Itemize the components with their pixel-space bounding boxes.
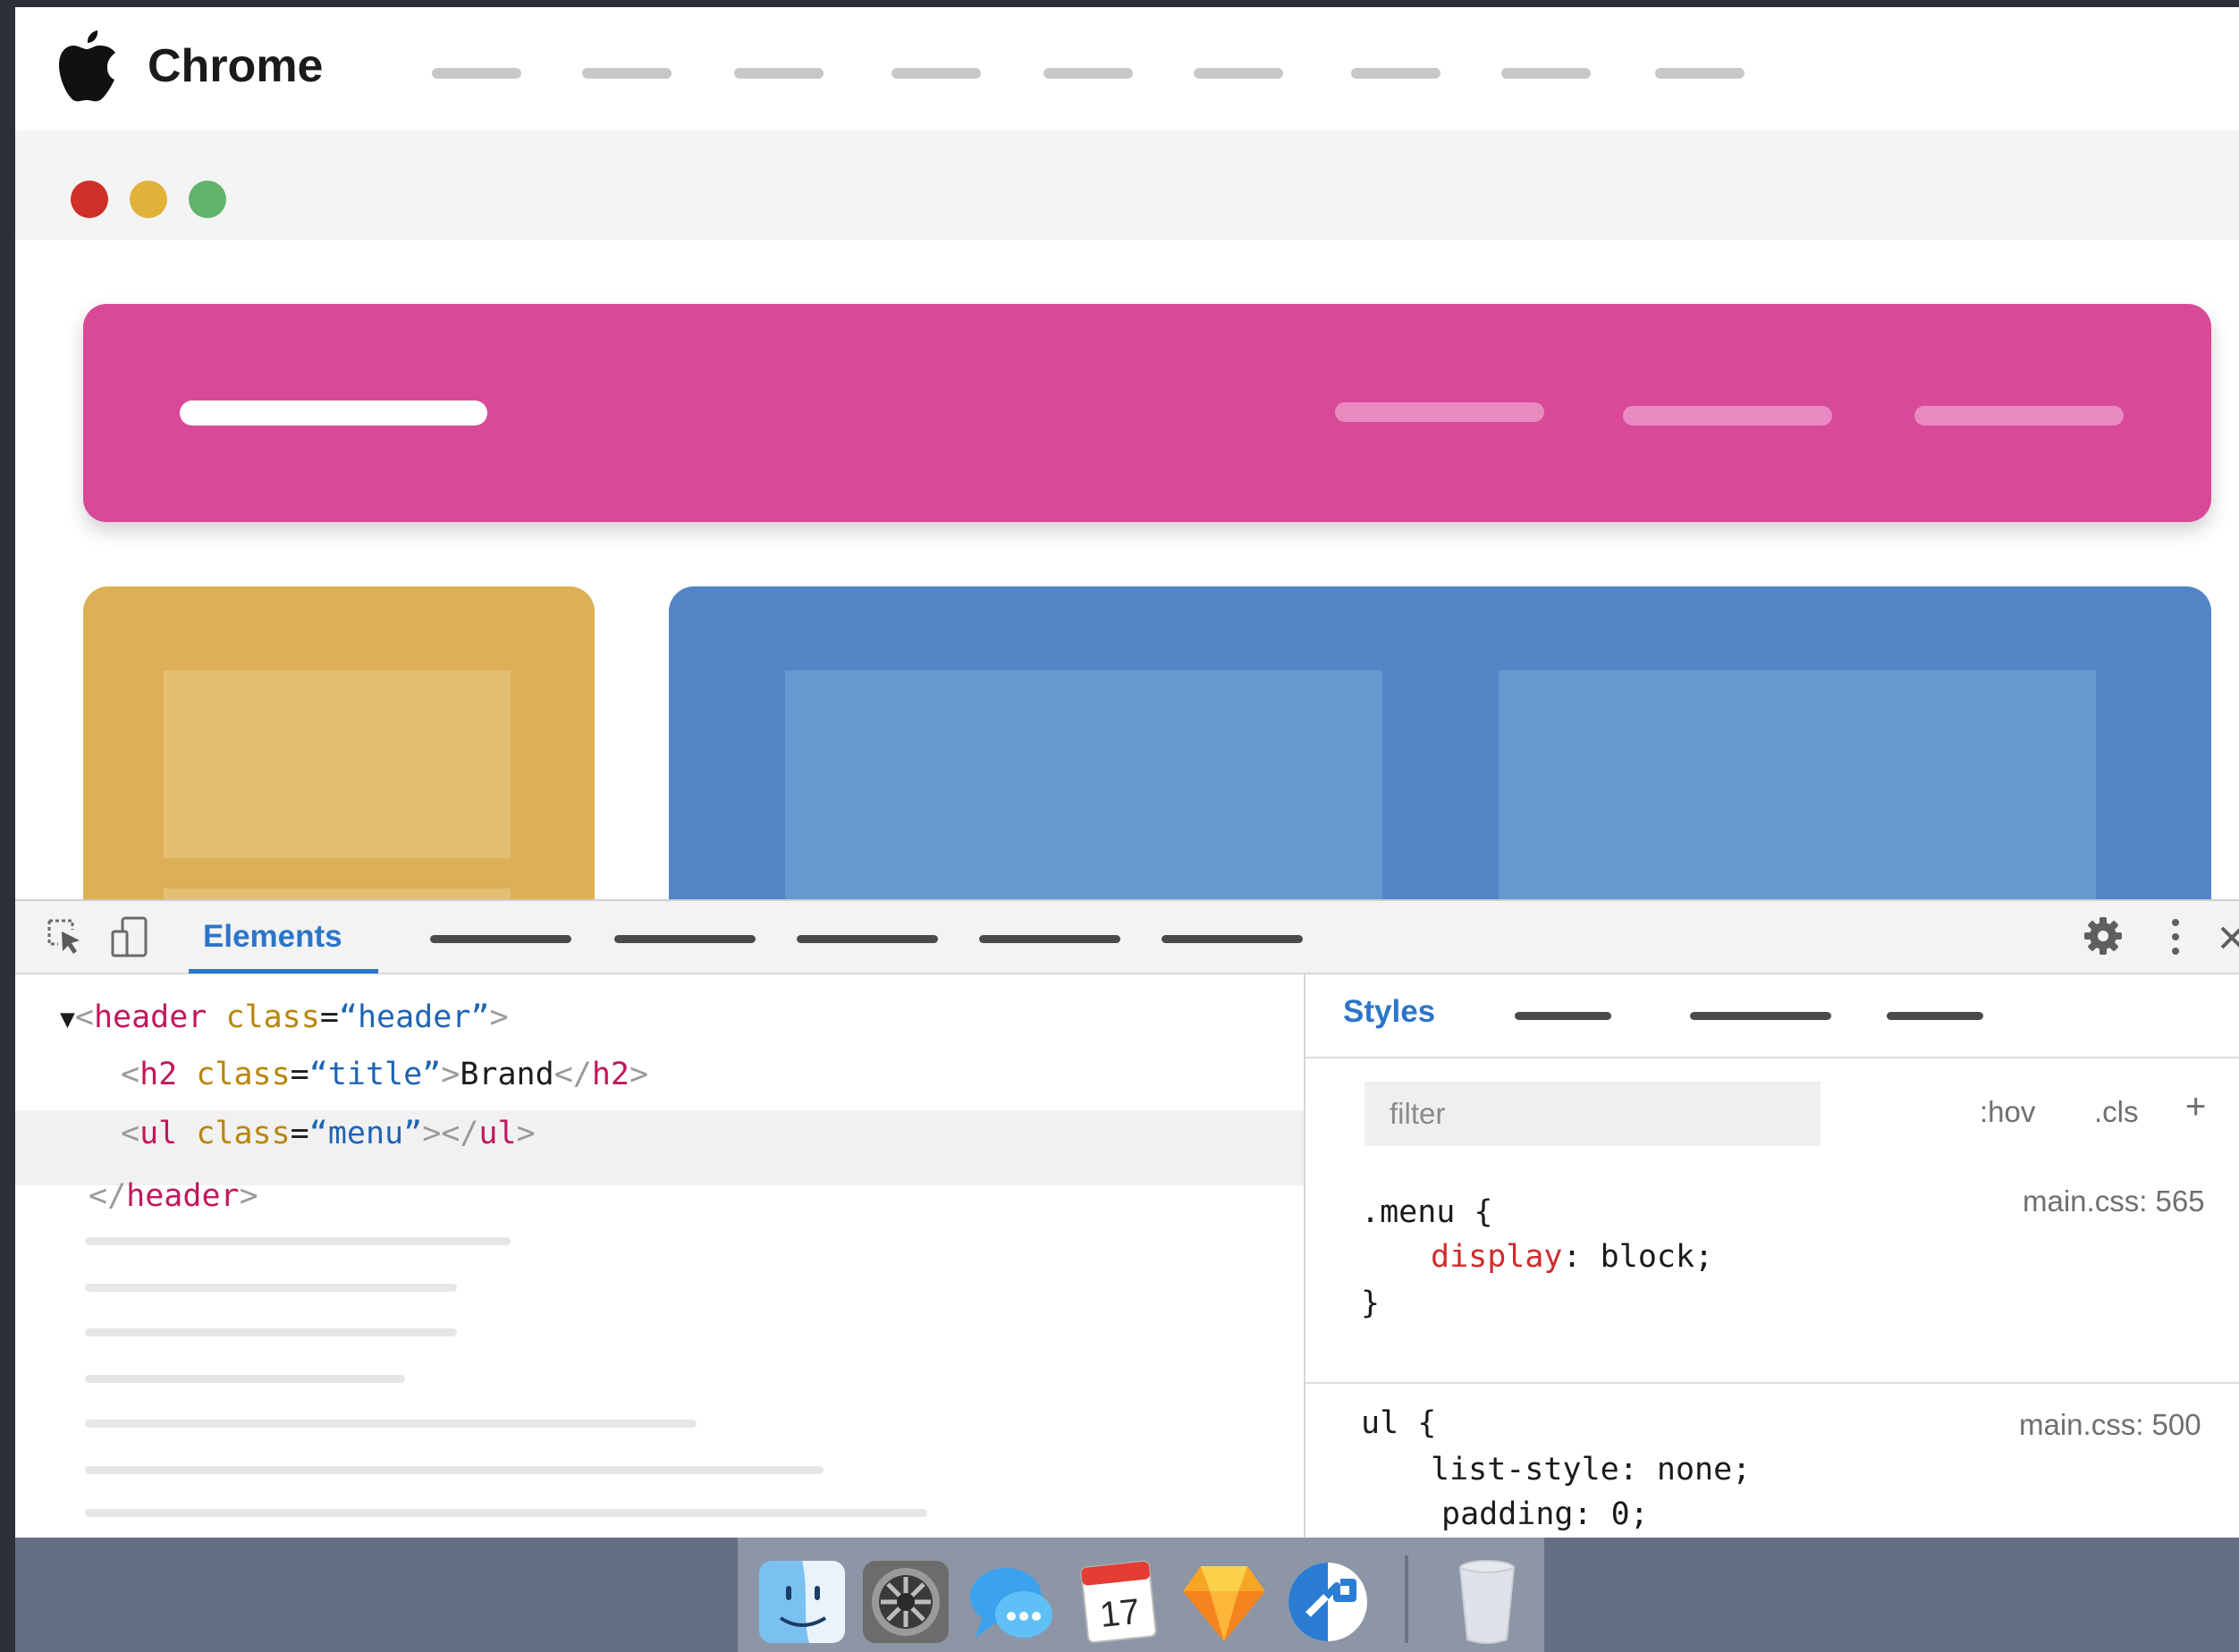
tab-styles[interactable]: Styles — [1343, 992, 1435, 1032]
trash-icon[interactable] — [1441, 1555, 1534, 1648]
tab-placeholder[interactable] — [430, 935, 571, 943]
dom-node-placeholder — [85, 1328, 457, 1336]
hover-state-toggle[interactable]: :hov — [1980, 1092, 2035, 1132]
tab-placeholder[interactable] — [1887, 1012, 1983, 1020]
css-rule-selector[interactable]: ul { — [1361, 1403, 1436, 1443]
dom-node-placeholder — [85, 1466, 824, 1474]
css-declaration[interactable]: padding: 0; — [1441, 1495, 1649, 1534]
class-toggle[interactable]: .cls — [2094, 1092, 2139, 1132]
tab-placeholder[interactable] — [1162, 935, 1303, 943]
calendar-day: 17 — [1098, 1592, 1142, 1635]
devtools-panel: Elements ▼<header class=“header”> <h2 cl… — [15, 899, 2239, 1538]
nav-link-placeholder[interactable] — [1914, 406, 2124, 426]
system-preferences-icon[interactable] — [859, 1555, 952, 1648]
dom-node-header-open[interactable]: ▼<header class=“header”> — [60, 998, 509, 1039]
css-declaration[interactable]: display: block; — [1431, 1237, 1713, 1277]
menu-item-placeholder[interactable] — [1655, 68, 1745, 79]
brand-placeholder[interactable] — [180, 400, 487, 426]
menu-bar: Chrome — [15, 7, 2239, 131]
gear-icon[interactable] — [2083, 915, 2124, 957]
messages-icon[interactable] — [965, 1555, 1058, 1648]
menu-item-placeholder[interactable] — [582, 68, 672, 79]
minimize-window-button[interactable] — [130, 181, 167, 218]
menu-item-placeholder[interactable] — [1351, 68, 1441, 79]
page-header-block — [83, 304, 2211, 522]
dock: 17 — [15, 1538, 2239, 1652]
migration-assistant-icon[interactable] — [1281, 1555, 1374, 1648]
tab-placeholder[interactable] — [614, 935, 756, 943]
nav-link-placeholder[interactable] — [1623, 406, 1832, 426]
device-toolbar-icon[interactable] — [110, 915, 149, 958]
devtools-tab-bar: Elements — [15, 899, 2239, 974]
tab-elements[interactable]: Elements — [203, 917, 342, 957]
dom-node-placeholder — [85, 1237, 511, 1245]
menu-item-placeholder[interactable] — [734, 68, 824, 79]
dom-node-placeholder — [85, 1420, 697, 1428]
tab-placeholder[interactable] — [1515, 1012, 1611, 1020]
dom-node-placeholder — [85, 1509, 927, 1517]
menu-item-placeholder[interactable] — [1501, 68, 1591, 79]
add-style-rule-button[interactable]: + — [2185, 1087, 2206, 1126]
browser-frame: Chrome Elements ▼<header class=“header”>… — [15, 7, 2239, 1652]
dom-node-h2[interactable]: <h2 class=“title”>Brand</h2> — [121, 1055, 648, 1094]
more-options-icon[interactable] — [2167, 915, 2184, 958]
nav-link-placeholder[interactable] — [1335, 402, 1544, 422]
zoom-window-button[interactable] — [189, 181, 226, 218]
elements-tree: ▼<header class=“header”> <h2 class=“titl… — [15, 973, 1304, 1538]
css-source-link[interactable]: main.css: 500 — [2019, 1405, 2201, 1445]
calendar-icon[interactable]: 17 — [1072, 1555, 1165, 1648]
css-rule-close: } — [1361, 1285, 1381, 1321]
css-rule-selector[interactable]: .menu { — [1361, 1193, 1493, 1232]
dom-node-placeholder — [85, 1375, 405, 1383]
menu-item-placeholder[interactable] — [1043, 68, 1133, 79]
dock-shelf: 17 — [738, 1538, 1544, 1652]
collapse-arrow-icon[interactable]: ▼ — [60, 1004, 75, 1033]
filter-placeholder: filter — [1390, 1097, 1446, 1130]
tab-placeholder[interactable] — [1690, 1012, 1831, 1020]
app-name[interactable]: Chrome — [148, 39, 323, 93]
dom-node-ul[interactable]: <ul class=“menu”></ul> — [121, 1114, 536, 1153]
dock-separator — [1405, 1555, 1408, 1643]
styles-tab-bar: Styles — [1305, 973, 2239, 1058]
styles-filter-input[interactable]: filter — [1365, 1082, 1821, 1146]
web-page — [15, 240, 2239, 965]
menu-item-placeholder[interactable] — [1194, 68, 1283, 79]
inspect-element-icon[interactable] — [46, 917, 85, 957]
css-source-link[interactable]: main.css: 565 — [2023, 1182, 2205, 1221]
apple-logo-icon[interactable] — [55, 29, 118, 102]
menu-item-placeholder[interactable] — [891, 68, 981, 79]
close-window-button[interactable] — [71, 181, 108, 218]
window-toolbar — [15, 131, 2239, 240]
dom-node-placeholder — [85, 1284, 457, 1292]
menu-item-placeholder[interactable] — [432, 68, 521, 79]
finder-icon[interactable] — [756, 1555, 849, 1648]
tab-placeholder[interactable] — [797, 935, 938, 943]
card-content-block — [164, 670, 511, 858]
tab-placeholder[interactable] — [979, 935, 1120, 943]
styles-pane: Styles filter :hov .cls + .menu { main.c… — [1304, 973, 2239, 1538]
dom-node-header-close[interactable]: </header> — [89, 1176, 258, 1216]
close-devtools-icon[interactable] — [2218, 919, 2239, 955]
css-declaration[interactable]: list-style: none; — [1431, 1450, 1751, 1489]
rule-divider — [1305, 1382, 2239, 1384]
sketch-icon[interactable] — [1178, 1555, 1271, 1648]
